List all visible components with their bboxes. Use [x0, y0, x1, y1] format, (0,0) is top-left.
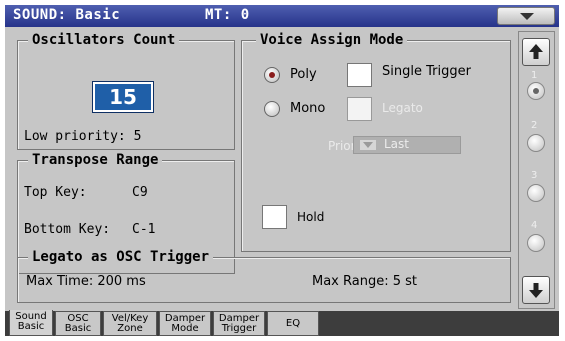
transpose-range-title: Transpose Range — [28, 152, 163, 168]
tab-damper-trigger[interactable]: Damper Trigger — [213, 311, 265, 336]
page-dot-1[interactable] — [527, 82, 545, 100]
radio-selected-dot — [269, 72, 275, 78]
tab-bar: Sound Basic OSC Basic Vel/Key Zone Dampe… — [5, 310, 559, 336]
tab-label-line2: Zone — [117, 323, 143, 334]
multitimbral-indicator: MT: 0 — [205, 7, 250, 23]
legato-osc-trigger-group: Legato as OSC Trigger Max Time: 200 ms M… — [17, 249, 511, 303]
voice-assign-mode-title: Voice Assign Mode — [256, 32, 408, 48]
top-key-value[interactable]: C9 — [132, 185, 148, 200]
scroll-up-button[interactable] — [522, 38, 550, 66]
priority-dropdown[interactable]: Last — [353, 136, 461, 154]
poly-label: Poly — [290, 67, 317, 82]
legato-checkbox[interactable] — [347, 97, 372, 121]
tab-label-line2: Trigger — [221, 323, 257, 334]
top-key-label: Top Key: — [24, 185, 87, 200]
oscillators-count-title: Oscillators Count — [28, 32, 180, 48]
page-dot-2[interactable] — [527, 134, 545, 152]
poly-radio[interactable] — [264, 67, 280, 83]
max-range-field[interactable]: Max Range: 5 st — [312, 274, 417, 289]
page-menu-button[interactable] — [497, 7, 555, 25]
oscillators-count-group: Oscillators Count 15 Low priority: 5 — [17, 32, 235, 150]
priority-selected-value: Last — [384, 137, 409, 151]
tab-eq[interactable]: EQ — [267, 311, 319, 336]
hold-label: Hold — [297, 210, 325, 224]
tab-damper-mode[interactable]: Damper Mode — [159, 311, 211, 336]
mono-label: Mono — [290, 101, 326, 116]
mono-radio[interactable] — [264, 101, 280, 117]
page-scroller: 1 2 3 4 — [518, 31, 555, 309]
oscillators-count-field[interactable]: 15 — [92, 81, 154, 113]
arrow-down-icon — [529, 283, 543, 298]
screen: SOUND: Basic MT: 0 Oscillators Count 15 … — [5, 5, 559, 336]
hold-checkbox[interactable] — [262, 205, 287, 229]
page-title: SOUND: Basic — [13, 7, 121, 23]
bottom-key-value[interactable]: C-1 — [132, 222, 155, 237]
single-trigger-checkbox[interactable] — [347, 63, 372, 87]
dropdown-arrow-icon — [360, 140, 376, 150]
tab-sound-basic[interactable]: Sound Basic — [9, 310, 53, 336]
tab-vel-key-zone[interactable]: Vel/Key Zone — [103, 311, 157, 336]
low-priority-label: Low priority: 5 — [24, 129, 142, 144]
tab-label-line1: EQ — [285, 318, 301, 329]
tab-label-line2: Mode — [171, 323, 199, 334]
page-number-4: 4 — [531, 220, 538, 231]
page-number-2: 2 — [531, 120, 538, 131]
single-trigger-label: Single Trigger — [382, 64, 471, 79]
legato-label: Legato — [382, 101, 423, 115]
chevron-down-icon — [520, 13, 534, 20]
page-dot-3[interactable] — [527, 184, 545, 202]
bottom-key-label: Bottom Key: — [24, 222, 111, 237]
page-number-1: 1 — [531, 70, 538, 81]
page-dot-4[interactable] — [527, 234, 545, 252]
arrow-up-icon — [529, 44, 543, 59]
page-number-3: 3 — [531, 170, 538, 181]
tab-osc-basic[interactable]: OSC Basic — [55, 311, 101, 336]
scroll-down-button[interactable] — [522, 276, 550, 304]
tab-label-line2: Basic — [17, 321, 45, 332]
tab-label-line2: Basic — [64, 323, 92, 334]
title-bar: SOUND: Basic MT: 0 — [5, 5, 559, 27]
legato-osc-trigger-title: Legato as OSC Trigger — [28, 249, 214, 265]
max-time-field[interactable]: Max Time: 200 ms — [26, 274, 146, 289]
